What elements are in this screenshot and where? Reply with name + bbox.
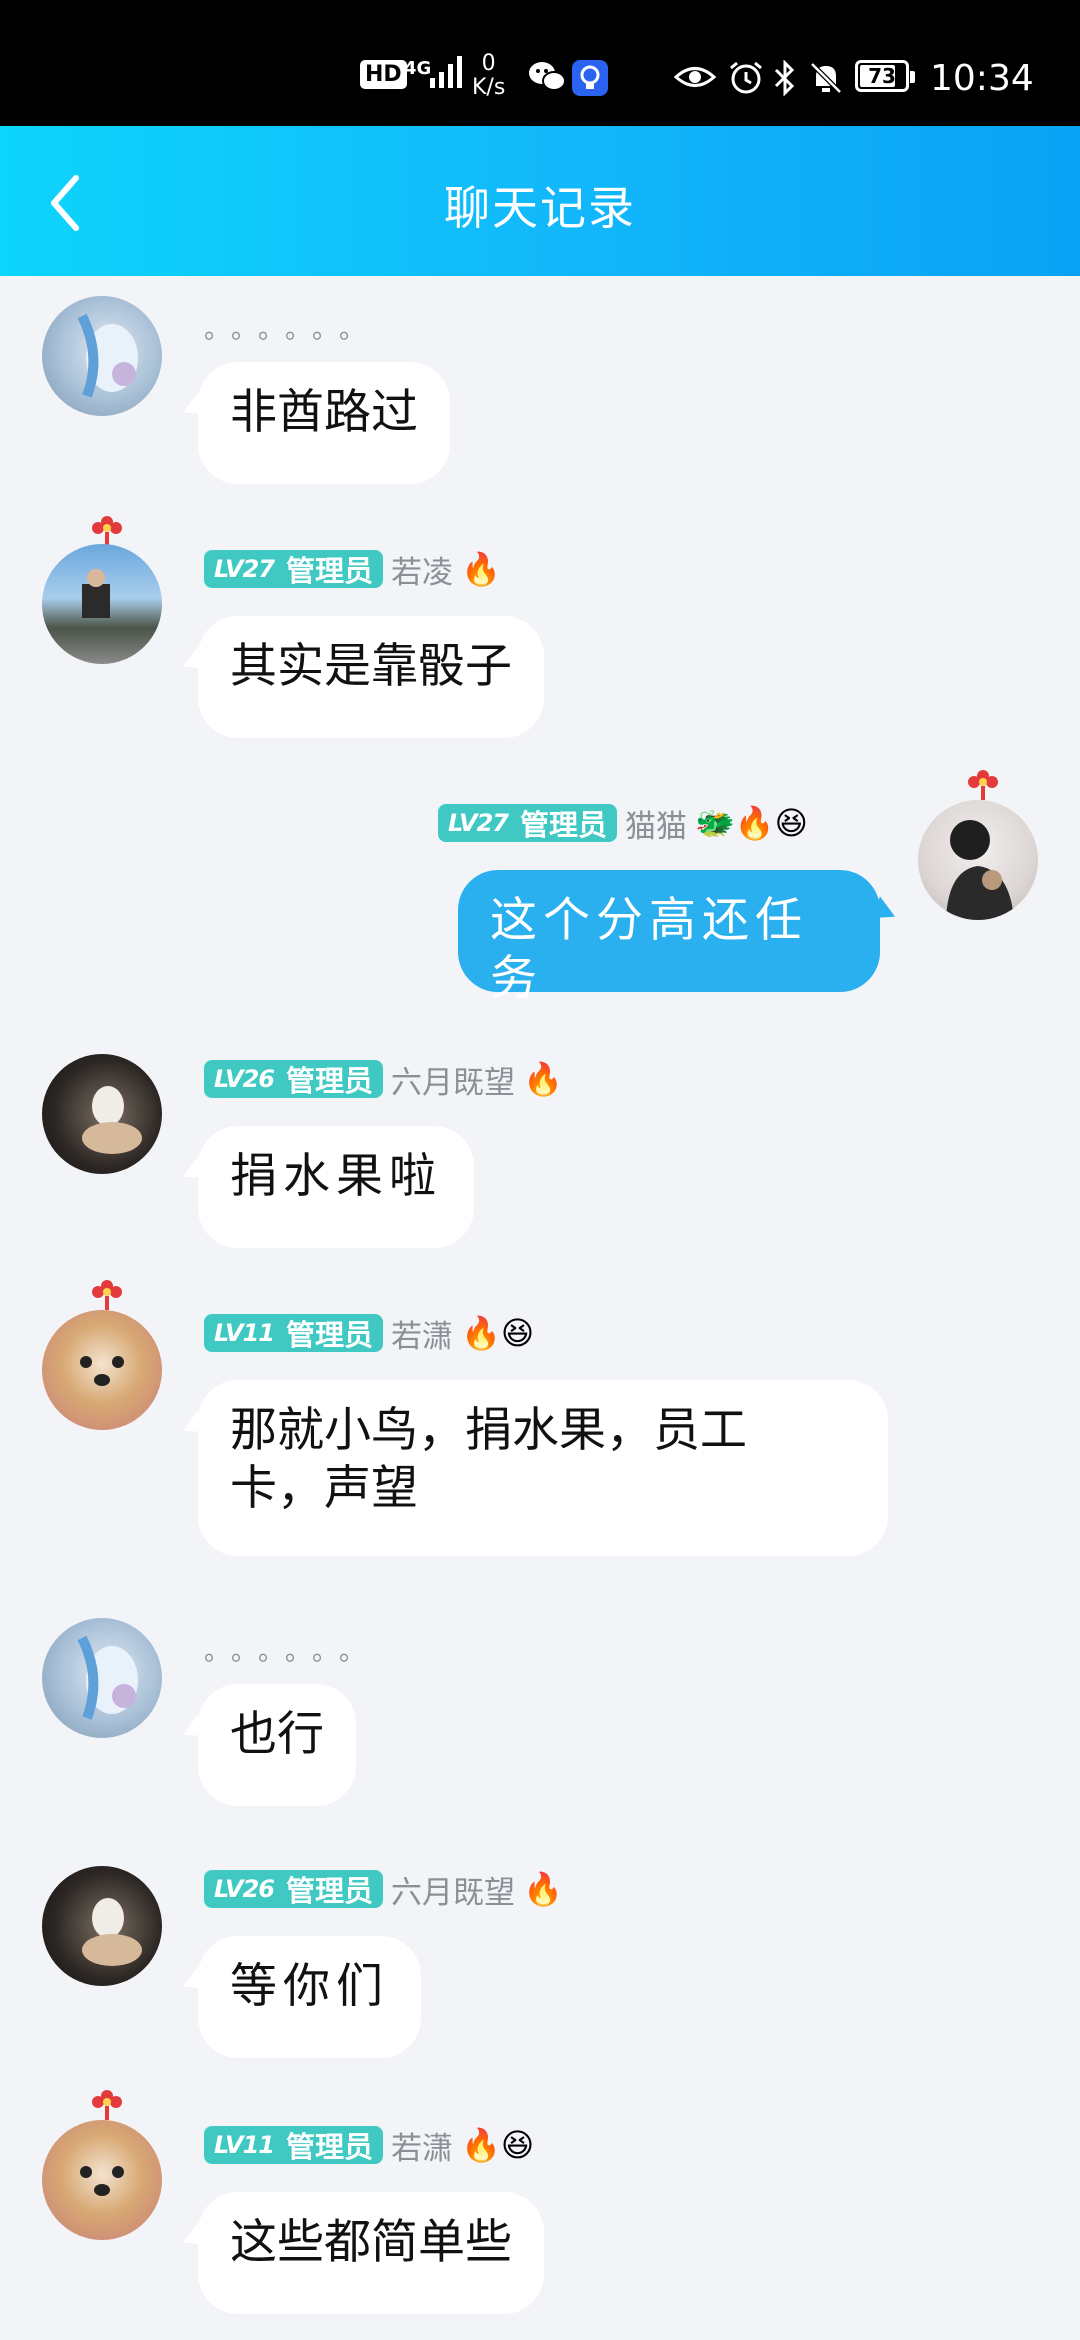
signal-icon [430,56,462,88]
message-meta: LV11 管理员 若潇 🔥😆 [204,2124,535,2167]
message-text: 非酋路过 [230,385,418,440]
role-text: 管理员 [285,1318,373,1352]
network-speed: 0 K/s [472,52,505,100]
message-bubble[interactable]: 那就小鸟，捐水果，员工 卡，声望 [198,1380,888,1556]
role-text: 管理员 [285,1874,373,1908]
level-text: LV26 [214,1065,275,1093]
avatar[interactable] [42,1310,162,1430]
level-badge: LV27 管理员 [204,550,383,588]
level-text: LV27 [214,555,275,583]
bluetooth-icon [774,60,795,96]
wechat-icon [529,62,566,91]
fire-icon: 🔥 [522,1060,563,1098]
fire-emoji-icons: 🔥😆 [460,1314,535,1352]
avatar[interactable] [42,544,162,664]
dragon-fire-emoji-icons: 🐲🔥😆 [694,804,809,842]
message-bubble[interactable]: 其实是靠骰子 [198,616,544,738]
avatar-art [82,569,110,618]
level-badge: LV11 管理员 [204,1314,383,1352]
avatar-art [82,1086,142,1154]
avatar-art [77,313,138,398]
message-text: 也行 [230,1707,324,1762]
chat-history-header: 聊天记录 [0,126,1080,276]
avatar-art [77,1635,138,1720]
alarm-icon [730,61,762,94]
avatar[interactable] [42,296,162,416]
level-badge: LV26 管理员 [204,1870,383,1908]
message-bubble[interactable]: 也行 [198,1684,356,1806]
message-text: 捐水果啦 [230,1149,442,1204]
sender-nickname: 若凌 [390,554,453,591]
clock: 10:34 [930,58,1034,99]
fire-icon: 🔥 [460,550,501,588]
avatar-art [80,1356,124,1386]
sender-nickname: 若潇 [390,1318,453,1355]
sender-nickname: 猫猫 [624,808,687,845]
message-bubble[interactable]: 等你们 [198,1936,421,2058]
sender-nickname: 。。。。。。 [204,314,380,345]
avatar[interactable] [42,2120,162,2240]
flower-icon [92,516,122,546]
message-meta: LV27 管理员 猫猫 🐲🔥😆 [438,802,809,845]
message-meta: LV11 管理员 若潇 🔥😆 [204,1312,535,1355]
level-badge: LV11 管理员 [204,2126,383,2164]
avatar[interactable] [918,800,1038,920]
hd-indicator: HD [360,60,407,89]
sender-nickname: 六月既望 [390,1064,515,1101]
speed-value: 0 [481,51,496,76]
fire-icon: 🔥 [522,1870,563,1908]
battery-level: 73 [868,64,896,88]
message-meta: 。。。。。。 [204,1628,379,1670]
flower-icon [92,1280,122,1310]
message-text-line: 那就小鸟，捐水果，员工 [230,1403,747,1458]
fire-emoji-icons: 🔥😆 [460,2126,535,2164]
level-text: LV11 [214,1319,275,1347]
message-meta: LV26 管理员 六月既望 🔥 [204,1058,563,1101]
avatar[interactable] [42,1054,162,1174]
message-text: 这个分高还任务 [490,893,808,1006]
role-text: 管理员 [285,1064,373,1098]
avatar[interactable] [42,1866,162,1986]
eye-icon [674,67,716,87]
mute-bell-icon [810,62,842,94]
sender-nickname: 六月既望 [390,1874,515,1911]
role-text: 管理员 [285,2130,373,2164]
message-meta: LV27 管理员 若凌 🔥 [204,548,501,591]
message-bubble[interactable]: 这些都简单些 [198,2192,544,2314]
flower-icon [968,770,998,800]
sender-nickname: 若潇 [390,2130,453,2167]
role-text: 管理员 [285,554,373,588]
avatar-art [946,820,1014,920]
message-text-line: 卡，声望 [230,1461,418,1516]
battery-icon: 73 [855,60,915,92]
avatar-art [80,2166,124,2196]
bulb-app-icon [572,60,608,96]
level-text: LV27 [448,809,509,837]
flower-icon [92,2090,122,2120]
message-meta: LV26 管理员 六月既望 🔥 [204,1868,563,1911]
message-bubble-self[interactable]: 这个分高还任务 [458,870,880,1006]
level-badge: LV27 管理员 [438,804,617,842]
avatar-art [82,1898,142,1966]
status-bar: HD 4G 0 K/s 73 10:34 [0,0,1080,126]
message-text: 其实是靠骰子 [230,639,512,694]
message-text: 等你们 [230,1959,389,2014]
message-bubble[interactable]: 捐水果啦 [198,1126,474,1248]
avatar[interactable] [42,1618,162,1738]
level-badge: LV26 管理员 [204,1060,383,1098]
page-title: 聊天记录 [444,181,636,235]
message-bubble[interactable]: 非酋路过 [198,362,450,484]
message-meta: 。。。。。。 [204,306,379,348]
sender-nickname: 。。。。。。 [204,1636,380,1667]
level-text: LV11 [214,2131,275,2159]
message-text: 这些都简单些 [230,2215,512,2270]
speed-unit: K/s [472,75,506,100]
level-text: LV26 [214,1875,275,1903]
role-text: 管理员 [519,808,607,842]
